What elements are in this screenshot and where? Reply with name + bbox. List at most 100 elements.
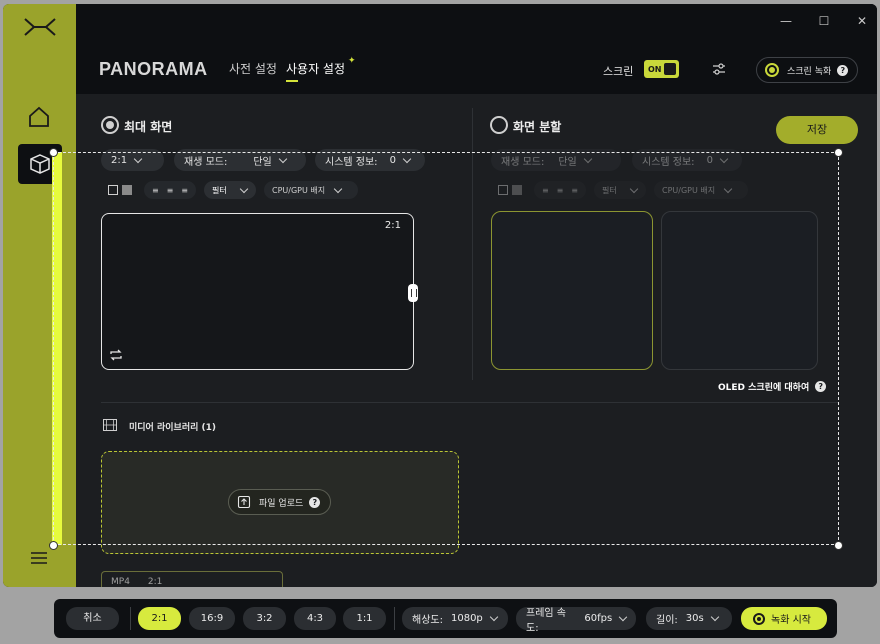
- length-value: 30s: [685, 613, 704, 624]
- screen-toggle-label: ON: [648, 64, 662, 74]
- menu-icon[interactable]: [30, 550, 48, 566]
- full-screen-radio[interactable]: [101, 116, 119, 134]
- color-swatch-gray[interactable]: [122, 185, 132, 195]
- new-indicator-icon: ✦: [348, 56, 356, 66]
- tab-custom-settings[interactable]: 사용자 설정: [286, 60, 345, 77]
- split-play-mode-value: 단일: [558, 156, 577, 168]
- split-badge-label: CPU/GPU 배지: [662, 185, 716, 195]
- split-filter-label: 필터: [602, 185, 617, 195]
- help-icon[interactable]: ?: [815, 381, 827, 392]
- sidebar: [3, 4, 76, 587]
- framerate-dropdown[interactable]: 프레임 속도: 60fps: [516, 607, 636, 634]
- sysinfo-dropdown[interactable]: 시스템 정보: 0: [315, 149, 425, 171]
- section-divider: [101, 402, 839, 403]
- toolbar-divider: [130, 607, 131, 630]
- active-tab-indicator: [286, 80, 298, 82]
- media-file-item[interactable]: MP4 2:1: [101, 571, 283, 587]
- chevron-down-icon: [402, 154, 412, 163]
- split-sysinfo-dropdown[interactable]: 시스템 정보: 0: [632, 149, 742, 171]
- cancel-button[interactable]: 취소: [66, 607, 119, 630]
- file-format: MP4: [111, 577, 130, 587]
- logo-icon: [24, 18, 56, 36]
- filter-label: 필터: [212, 185, 227, 195]
- length-dropdown[interactable]: 길이: 30s: [646, 607, 732, 630]
- split-pane-left[interactable]: [491, 211, 653, 370]
- save-button[interactable]: 저장: [776, 116, 858, 144]
- header: PANORAMA 사전 설정 사용자 설정 ✦ 스크린 ON 스크린 녹화 ?: [76, 38, 877, 94]
- upload-icon: [237, 495, 251, 509]
- split-sysinfo-label: 시스템 정보:: [642, 156, 695, 168]
- align-buttons[interactable]: ≡ ≡ ≡: [144, 181, 196, 199]
- align-center-icon: ≡: [556, 185, 564, 195]
- main-panel: — ☐ ✕ PANORAMA 사전 설정 사용자 설정 ✦ 스크린 ON 스크린…: [76, 4, 877, 587]
- section-divider: [472, 108, 473, 380]
- sysinfo-label: 시스템 정보:: [325, 156, 378, 168]
- tool-row: ≡ ≡ ≡ 필터 CPU/GPU 배지: [108, 181, 358, 199]
- badge-label: CPU/GPU 배지: [272, 185, 326, 195]
- sliders-icon[interactable]: [712, 62, 726, 76]
- region-handle-bottom-right[interactable]: [834, 541, 843, 550]
- home-icon[interactable]: [27, 106, 51, 128]
- color-swatch-gray[interactable]: [512, 185, 522, 195]
- filter-dropdown[interactable]: 필터: [204, 181, 256, 199]
- chevron-down-icon: [710, 612, 719, 622]
- split-play-mode-dropdown[interactable]: 재생 모드: 단일: [491, 149, 621, 171]
- framerate-value: 60fps: [584, 613, 613, 624]
- ratio-dropdown[interactable]: 2:1: [101, 149, 164, 171]
- ratio-3-2-button[interactable]: 3:2: [243, 607, 286, 630]
- titlebar: — ☐ ✕: [76, 4, 877, 38]
- capture-toolbar: 취소 2:1 16:9 3:2 4:3 1:1 해상도: 1080p 프레임 속도…: [54, 599, 837, 638]
- split-screen-radio[interactable]: [490, 116, 508, 134]
- close-button[interactable]: ✕: [854, 13, 870, 29]
- play-mode-dropdown[interactable]: 재생 모드: 단일: [174, 149, 306, 171]
- ratio-1-1-button[interactable]: 1:1: [343, 607, 386, 630]
- color-swatch-dark[interactable]: [498, 185, 508, 195]
- chevron-down-icon: [489, 612, 499, 622]
- badge-dropdown[interactable]: CPU/GPU 배지: [264, 181, 358, 199]
- screen-record-label: 스크린 녹화: [787, 66, 832, 77]
- ratio-4-3-button[interactable]: 4:3: [294, 607, 336, 630]
- color-swatch-dark[interactable]: [108, 185, 118, 195]
- upload-button[interactable]: 파일 업로드 ?: [228, 489, 331, 515]
- toolbar-divider: [394, 607, 395, 630]
- loop-icon[interactable]: [108, 348, 124, 362]
- split-sysinfo-value: 0: [706, 154, 713, 166]
- resize-handle[interactable]: [408, 284, 418, 302]
- upload-label: 파일 업로드: [259, 498, 304, 509]
- split-tool-row: ≡ ≡ ≡ 필터 CPU/GPU 배지: [498, 181, 748, 199]
- split-filter-dropdown[interactable]: 필터: [594, 181, 646, 199]
- chevron-down-icon: [618, 612, 628, 622]
- ratio-16-9-button[interactable]: 16:9: [189, 607, 235, 630]
- start-recording-button[interactable]: 녹화 시작: [741, 607, 827, 630]
- resolution-value: 1080p: [450, 613, 483, 624]
- full-screen-preview[interactable]: 2:1: [101, 213, 414, 370]
- chevron-down-icon: [239, 184, 248, 193]
- split-pane-right[interactable]: [661, 211, 818, 370]
- start-recording-label: 녹화 시작: [771, 615, 811, 626]
- cube-icon: [30, 154, 50, 174]
- resolution-label: 해상도:: [412, 615, 443, 626]
- chevron-down-icon: [278, 154, 288, 163]
- region-handle-bottom-left[interactable]: [49, 541, 58, 550]
- align-right-icon: ≡: [181, 185, 188, 195]
- split-badge-dropdown[interactable]: CPU/GPU 배지: [654, 181, 748, 199]
- media-library-title: 미디어 라이브러리 (1): [129, 423, 216, 433]
- help-icon[interactable]: ?: [309, 496, 321, 508]
- resolution-dropdown[interactable]: 해상도: 1080p: [402, 607, 508, 630]
- align-buttons[interactable]: ≡ ≡ ≡: [534, 181, 586, 199]
- ratio-2-1-button[interactable]: 2:1: [138, 607, 181, 630]
- screen-toggle[interactable]: ON: [644, 60, 679, 78]
- region-handle-top-left[interactable]: [49, 148, 58, 157]
- play-mode-label: 재생 모드:: [184, 156, 228, 168]
- region-handle-top-right[interactable]: [834, 148, 843, 157]
- screen-record-button[interactable]: 스크린 녹화 ?: [756, 57, 858, 83]
- capture-edge-highlight: [52, 152, 62, 545]
- tab-presets[interactable]: 사전 설정: [229, 60, 277, 77]
- help-icon[interactable]: ?: [837, 64, 849, 76]
- chevron-down-icon: [333, 184, 343, 193]
- chevron-down-icon: [723, 184, 733, 193]
- oled-info-link[interactable]: OLED 스크린에 대하여 ?: [718, 380, 827, 393]
- split-screen-title: 화면 분할: [513, 120, 562, 134]
- maximize-button[interactable]: ☐: [816, 13, 832, 29]
- minimize-button[interactable]: —: [778, 13, 794, 29]
